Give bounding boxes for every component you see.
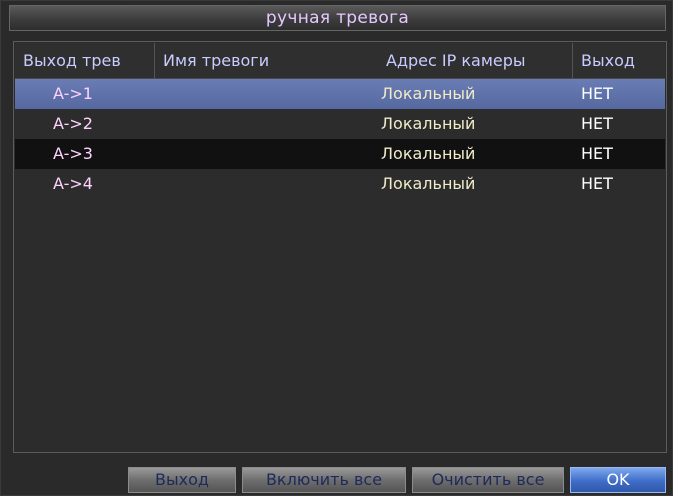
column-header-output-state[interactable]: Выход — [573, 43, 663, 78]
table-header: Выход трев Имя тревоги Адрес IP камеры В… — [15, 43, 665, 79]
camera-address-cell: Локальный — [381, 144, 476, 163]
enable-all-button[interactable]: Включить все — [242, 467, 406, 493]
alarm-output-cell: A->3 — [53, 144, 93, 163]
output-state-cell: НЕТ — [581, 144, 613, 163]
table-row[interactable]: A->3 Локальный НЕТ — [15, 139, 665, 169]
camera-address-cell: Локальный — [381, 84, 476, 103]
dialog-titlebar: ручная тревога — [9, 5, 666, 31]
output-state-cell: НЕТ — [581, 114, 613, 133]
camera-address-cell: Локальный — [381, 174, 476, 193]
table-row[interactable]: A->4 Локальный НЕТ — [15, 169, 665, 199]
exit-button[interactable]: Выход — [128, 467, 236, 493]
output-state-cell: НЕТ — [581, 174, 613, 193]
alarm-output-cell: A->4 — [53, 174, 93, 193]
column-header-alarm-output[interactable]: Выход трев — [15, 43, 155, 78]
output-state-cell: НЕТ — [581, 84, 613, 103]
table-row[interactable]: A->1 Локальный НЕТ — [15, 79, 665, 109]
alarm-output-cell: A->2 — [53, 114, 93, 133]
column-header-alarm-name[interactable]: Имя тревоги — [155, 43, 378, 78]
camera-address-cell: Локальный — [381, 114, 476, 133]
clear-all-button[interactable]: Очистить все — [412, 467, 564, 493]
ok-button[interactable]: OK — [570, 467, 666, 493]
alarm-output-table: Выход трев Имя тревоги Адрес IP камеры В… — [13, 41, 667, 453]
column-header-camera-ip-address[interactable]: Адрес IP камеры — [378, 43, 573, 78]
dialog-title: ручная тревога — [265, 8, 410, 28]
table-row[interactable]: A->2 Локальный НЕТ — [15, 109, 665, 139]
manual-alarm-dialog: ручная тревога Выход трев Имя тревоги Ад… — [0, 0, 673, 496]
dialog-button-bar: Выход Включить все Очистить все OK — [1, 459, 672, 495]
alarm-output-cell: A->1 — [53, 84, 93, 103]
